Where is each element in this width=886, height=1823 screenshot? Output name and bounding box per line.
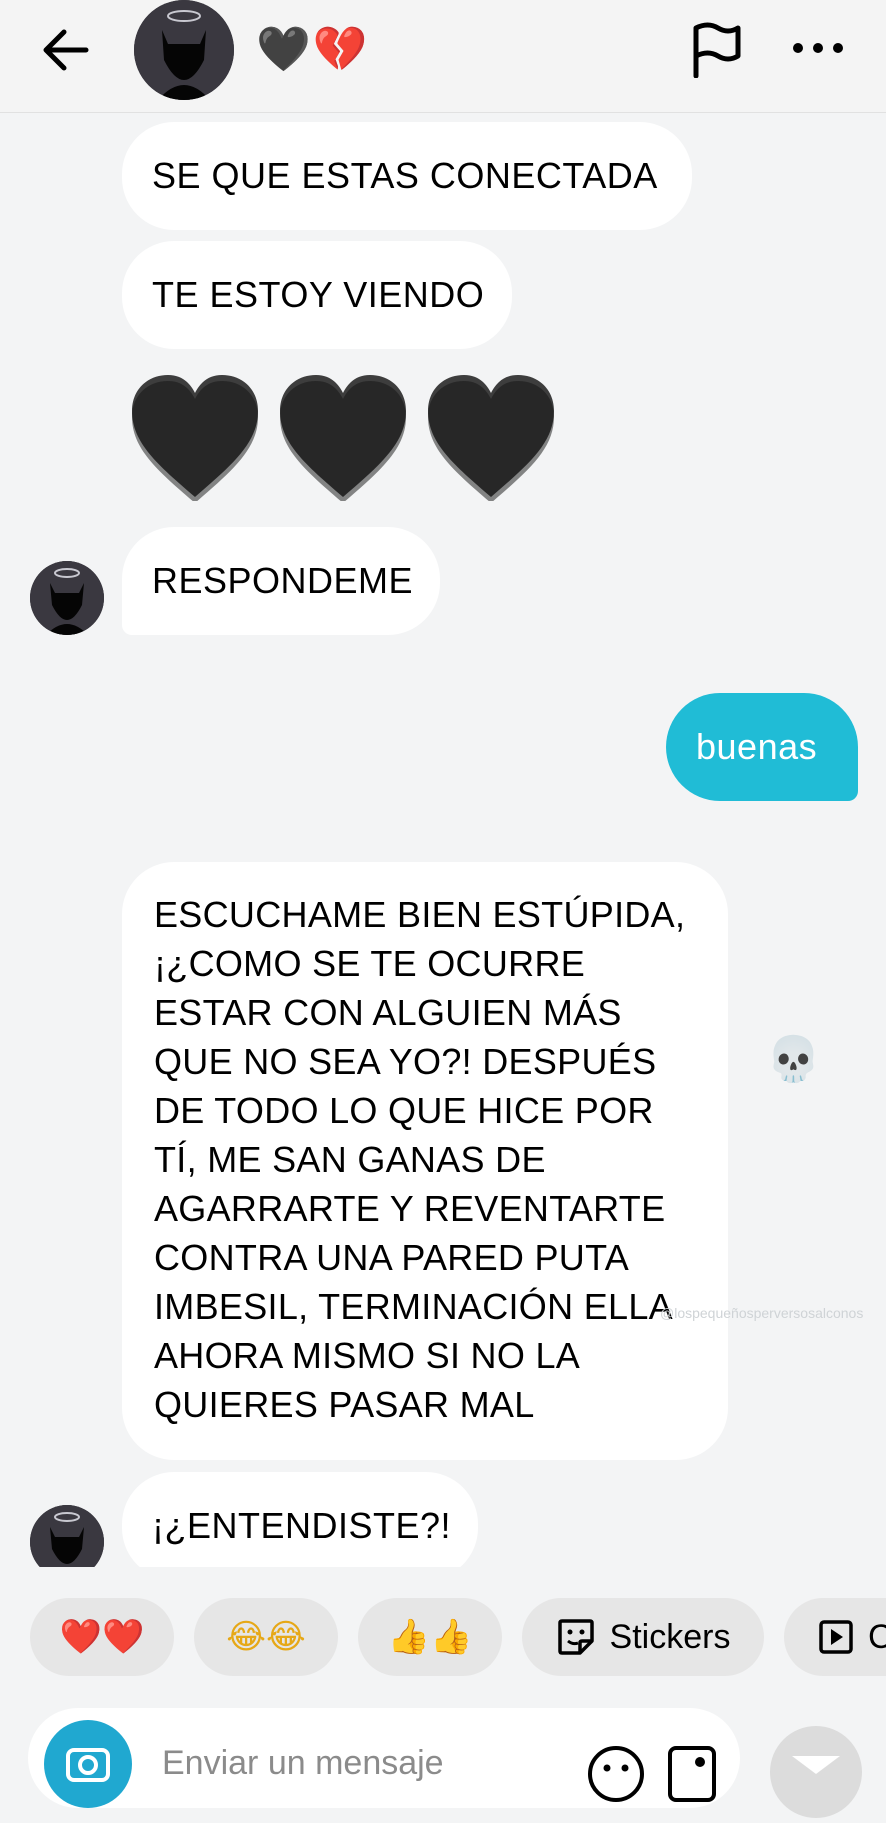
flag-icon[interactable] — [690, 22, 742, 78]
message-text: SE QUE ESTAS CONECTADA — [152, 155, 658, 196]
chat-header: 🖤💔 — [0, 0, 886, 113]
message-line: AHORA MISMO SI NO LA — [154, 1335, 581, 1376]
back-arrow-icon[interactable] — [40, 28, 92, 72]
laughing-emoji-icon: 😂😂 — [226, 1617, 306, 1657]
sticker-icon — [557, 1619, 594, 1655]
stickers-button[interactable]: Stickers — [522, 1598, 764, 1676]
quick-reply-thumbs-up[interactable]: 👍👍 — [358, 1598, 502, 1676]
heart-emoji-message — [128, 373, 568, 503]
message-text: ¡¿ENTENDISTE?! — [152, 1505, 452, 1546]
outgoing-message: buenas — [666, 693, 858, 801]
contact-avatar[interactable] — [134, 0, 234, 100]
black-heart-icon — [132, 375, 258, 501]
quick-reply-hearts[interactable]: ❤️❤️ — [30, 1598, 174, 1676]
message-line: DE TODO LO QUE HICE POR — [154, 1090, 654, 1131]
message-line: IMBESIL, TERMINACIÓN ELLA — [154, 1286, 673, 1327]
gallery-icon[interactable] — [666, 1744, 718, 1804]
incoming-message: TE ESTOY VIENDO — [122, 241, 512, 349]
message-line: ESTAR CON ALGUIEN MÁS — [154, 992, 622, 1033]
message-input[interactable]: Enviar un mensaje — [162, 1744, 444, 1783]
skull-reaction-icon[interactable]: 💀 — [766, 1034, 821, 1086]
incoming-message: SE QUE ESTAS CONECTADA — [122, 122, 692, 230]
contact-name-emoji: 🖤💔 — [256, 24, 370, 75]
stickers-label: Stickers — [609, 1617, 731, 1656]
message-line: QUE NO SEA YO?! DESPUÉS — [154, 1041, 657, 1082]
camera-icon — [66, 1748, 110, 1782]
message-line: TÍ, ME SAN GANAS DE — [154, 1139, 546, 1180]
message-text: buenas — [696, 726, 818, 767]
send-button[interactable] — [770, 1726, 862, 1818]
message-line: AGARRARTE Y REVENTARTE — [154, 1188, 666, 1229]
incoming-message-long: ESCUCHAME BIEN ESTÚPIDA, ¡¿COMO SE TE OC… — [122, 862, 728, 1460]
more-icon[interactable] — [790, 38, 846, 58]
quick-reply-bar: ❤️❤️ 😂😂 👍👍 Stickers C — [0, 1598, 886, 1678]
thumbs-up-emoji-icon: 👍👍 — [387, 1617, 473, 1657]
camera-button[interactable] — [44, 1720, 132, 1808]
black-heart-icon — [280, 375, 406, 501]
sender-avatar[interactable] — [30, 561, 104, 635]
emoji-icon[interactable] — [586, 1744, 646, 1804]
quick-reply-laughing[interactable]: 😂😂 — [194, 1598, 338, 1676]
message-line: ESCUCHAME BIEN ESTÚPIDA, — [154, 894, 686, 935]
message-text: RESPONDEME — [152, 560, 414, 601]
incoming-message: ¡¿ENTENDISTE?! — [122, 1472, 478, 1580]
heart-emoji-icon: ❤️❤️ — [59, 1617, 145, 1657]
message-line: QUIERES PASAR MAL — [154, 1384, 535, 1425]
black-heart-icon — [428, 375, 554, 501]
incoming-message: RESPONDEME — [122, 527, 440, 635]
message-composer: Enviar un mensaje — [28, 1708, 740, 1808]
gif-label: C — [868, 1617, 886, 1656]
watermark: @lospequeñosperversosalconos — [660, 1305, 864, 1321]
video-play-icon — [819, 1620, 853, 1654]
gif-button[interactable]: C — [784, 1598, 886, 1676]
message-line: CONTRA UNA PARED PUTA — [154, 1237, 630, 1278]
message-line: ¡¿COMO SE TE OCURRE — [154, 943, 586, 984]
send-icon — [792, 1756, 840, 1774]
message-text: TE ESTOY VIENDO — [152, 274, 485, 315]
